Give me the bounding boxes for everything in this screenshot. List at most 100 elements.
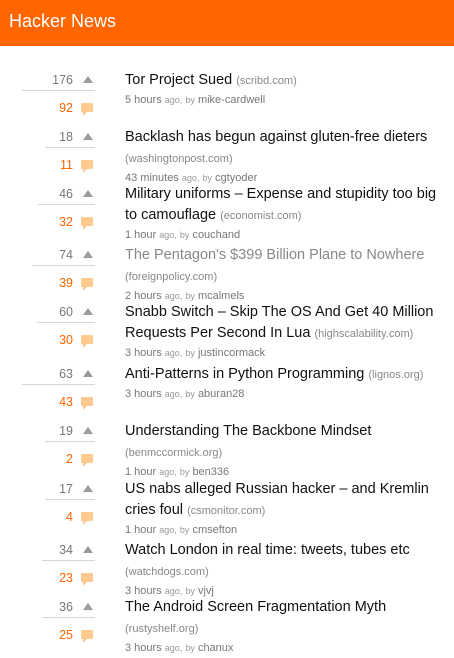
story-user-link[interactable]: mike-cardwell xyxy=(198,94,265,106)
by-label: by xyxy=(185,291,195,301)
story-user-link[interactable]: aburan28 xyxy=(198,388,245,400)
upvote-arrow-icon[interactable] xyxy=(83,76,93,83)
comment-count[interactable]: 2 xyxy=(45,449,95,469)
upvote-count[interactable]: 176 xyxy=(22,70,95,91)
app-title[interactable]: Hacker News xyxy=(9,11,116,32)
story-user-link[interactable]: chanux xyxy=(198,642,233,654)
story-domain: (foreignpolicy.com) xyxy=(125,271,218,283)
story-title-link[interactable]: The Android Screen Fragmentation Myth xyxy=(125,599,386,615)
story-user-link[interactable]: cgtyoder xyxy=(215,172,257,184)
story-title-link[interactable]: Anti-Patterns in Python Programming xyxy=(125,366,364,382)
upvote-arrow-icon[interactable] xyxy=(83,308,93,315)
comment-bubble-icon xyxy=(81,573,93,586)
story-title-link[interactable]: The Pentagon's $399 Billion Plane to Now… xyxy=(125,247,424,263)
story-domain: (benmccormick.org) xyxy=(125,447,223,459)
upvote-count[interactable]: 60 xyxy=(37,302,95,323)
comment-bubble-icon xyxy=(81,160,93,173)
story-meta: 1 hour ago, by couchand xyxy=(125,227,445,243)
by-label: by xyxy=(185,95,195,105)
upvote-count[interactable]: 34 xyxy=(42,540,95,561)
story-time: 2 hours xyxy=(125,290,162,302)
story-body: Understanding The Backbone Mindset (benm… xyxy=(125,421,445,480)
story-meta: 3 hours ago, by justincormack xyxy=(125,345,445,361)
comment-count[interactable]: 23 xyxy=(42,568,95,588)
upvote-arrow-icon[interactable] xyxy=(83,427,93,434)
comment-count[interactable]: 30 xyxy=(37,330,95,350)
upvote-arrow-icon[interactable] xyxy=(83,251,93,258)
story-time: 3 hours xyxy=(125,585,162,597)
comment-bubble-icon xyxy=(81,454,93,467)
story-body: The Pentagon's $399 Billion Plane to Now… xyxy=(125,245,445,304)
story-title-link[interactable]: US nabs alleged Russian hacker – and Kre… xyxy=(125,481,429,518)
comment-count[interactable]: 4 xyxy=(45,507,95,527)
ago-label: ago, xyxy=(164,586,183,596)
upvote-arrow-icon[interactable] xyxy=(83,370,93,377)
comment-count[interactable]: 92 xyxy=(22,98,95,118)
upvote-count[interactable]: 36 xyxy=(42,597,95,618)
story-body: US nabs alleged Russian hacker – and Kre… xyxy=(125,479,445,538)
comment-count[interactable]: 11 xyxy=(45,155,95,175)
by-label: by xyxy=(179,230,190,240)
ago-label: ago, xyxy=(164,643,183,653)
story-user-link[interactable]: cmsefton xyxy=(192,524,237,536)
story-user-link[interactable]: mcalmels xyxy=(198,290,244,302)
story-user-link[interactable]: vjvj xyxy=(198,585,214,597)
story-time: 3 hours xyxy=(125,347,162,359)
story-meta: 1 hour ago, by ben336 xyxy=(125,464,445,480)
comment-bubble-icon xyxy=(81,103,93,116)
story-title-link[interactable]: Backlash has begun against gluten-free d… xyxy=(125,129,427,145)
comment-count[interactable]: 32 xyxy=(38,212,95,232)
upvote-count[interactable]: 74 xyxy=(32,245,95,266)
story-domain: (csmonitor.com) xyxy=(187,505,266,517)
story-user-link[interactable]: justincormack xyxy=(198,347,265,359)
story-body: The Android Screen Fragmentation Myth (r… xyxy=(125,597,445,656)
ago-label: ago, xyxy=(164,95,183,105)
story-domain: (scribd.com) xyxy=(236,75,297,87)
story-time: 1 hour xyxy=(125,466,157,478)
comment-count[interactable]: 43 xyxy=(22,392,95,412)
story-user-link[interactable]: ben336 xyxy=(192,466,229,478)
upvote-count[interactable]: 63 xyxy=(22,364,95,385)
by-label: by xyxy=(179,467,190,477)
comment-count[interactable]: 25 xyxy=(42,625,95,645)
story-time: 3 hours xyxy=(125,388,162,400)
story-user-link[interactable]: couchand xyxy=(192,229,240,241)
story-meta: 5 hours ago, by mike-cardwell xyxy=(125,92,445,108)
story-list: 176 92 Tor Project Sued (scribd.com) 5 h… xyxy=(0,46,454,658)
upvote-arrow-icon[interactable] xyxy=(83,603,93,610)
upvote-count[interactable]: 19 xyxy=(45,421,95,442)
by-label: by xyxy=(185,643,195,653)
comment-bubble-icon xyxy=(81,397,93,410)
comment-bubble-icon xyxy=(81,217,93,230)
story-title-link[interactable]: Watch London in real time: tweets, tubes… xyxy=(125,542,410,558)
by-label: by xyxy=(185,348,195,358)
ago-label: ago, xyxy=(164,291,183,301)
ago-label: ago, xyxy=(159,467,177,477)
upvote-arrow-icon[interactable] xyxy=(83,190,93,197)
comment-bubble-icon xyxy=(81,335,93,348)
story-title-link[interactable]: Tor Project Sued xyxy=(125,72,232,88)
story-time: 5 hours xyxy=(125,94,162,106)
story-body: Snabb Switch – Skip The OS And Get 40 Mi… xyxy=(125,302,445,361)
upvote-count[interactable]: 46 xyxy=(38,184,95,205)
story-body: Tor Project Sued (scribd.com) 5 hours ag… xyxy=(125,70,445,108)
story-time: 3 hours xyxy=(125,642,162,654)
upvote-arrow-icon[interactable] xyxy=(83,485,93,492)
upvote-count[interactable]: 17 xyxy=(45,479,95,500)
story-title-link[interactable]: Understanding The Backbone Mindset xyxy=(125,423,371,439)
by-label: by xyxy=(202,173,212,183)
ago-label: ago, xyxy=(159,525,177,535)
ago-label: ago, xyxy=(164,389,183,399)
comment-bubble-icon xyxy=(81,630,93,643)
ago-label: ago, xyxy=(164,348,183,358)
story-time: 43 minutes xyxy=(125,172,179,184)
story-body: Anti-Patterns in Python Programming (lig… xyxy=(125,364,445,402)
by-label: by xyxy=(185,586,195,596)
story-domain: (lignos.org) xyxy=(368,369,424,381)
comment-bubble-icon xyxy=(81,512,93,525)
comment-count[interactable]: 39 xyxy=(32,273,95,293)
upvote-count[interactable]: 18 xyxy=(45,127,95,148)
upvote-arrow-icon[interactable] xyxy=(83,133,93,140)
story-meta: 3 hours ago, by chanux xyxy=(125,640,445,656)
upvote-arrow-icon[interactable] xyxy=(83,546,93,553)
